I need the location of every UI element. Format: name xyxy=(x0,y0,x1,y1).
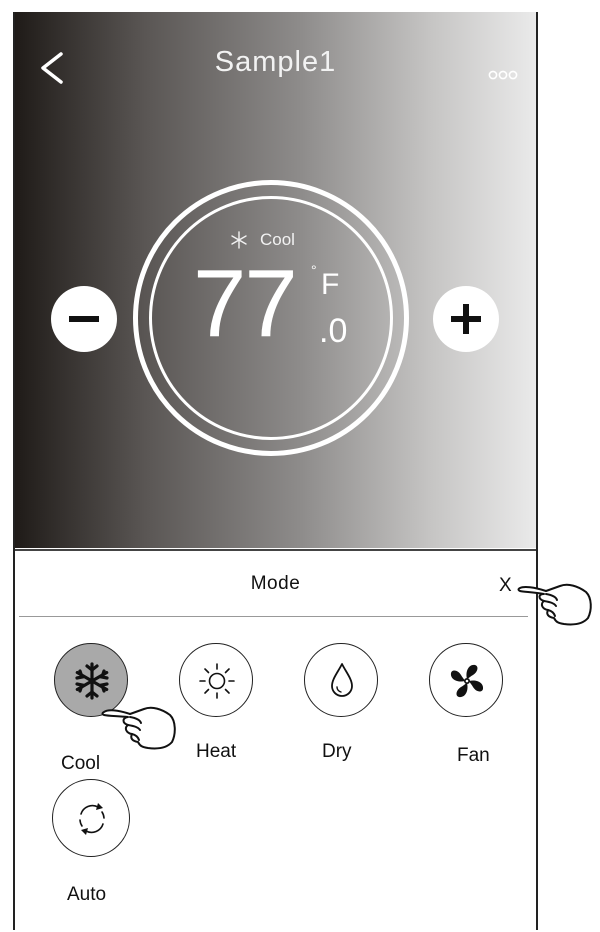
temperature-value: 77 xyxy=(193,250,298,357)
mode-fan-label: Fan xyxy=(457,745,490,766)
divider xyxy=(19,616,528,617)
mode-auto-circle[interactable] xyxy=(52,779,130,857)
temperature-unit: F xyxy=(321,268,340,301)
phone-screen: Sample1 Cool 77 ° F .0 Mode X Cool Heat … xyxy=(13,12,538,932)
sun-icon xyxy=(199,663,235,699)
temperature-decimal: .0 xyxy=(319,312,348,350)
more-options-icon[interactable] xyxy=(488,68,518,82)
pointing-hand-icon xyxy=(517,583,592,626)
fan-icon xyxy=(450,664,484,698)
temperature-decimal-digit: 0 xyxy=(328,312,348,350)
mode-heat-label: Heat xyxy=(196,741,237,762)
mode-auto-label: Auto xyxy=(67,884,107,905)
decrease-temperature-button[interactable] xyxy=(51,286,117,352)
pointing-hand-icon xyxy=(101,706,176,750)
minus-icon xyxy=(69,316,99,322)
current-mode-label: Cool xyxy=(260,230,295,249)
mode-auto[interactable] xyxy=(46,779,136,857)
mode-fan-circle[interactable] xyxy=(429,643,503,717)
degree-symbol: ° xyxy=(311,262,317,278)
device-title: Sample1 xyxy=(214,46,337,78)
current-mode-indicator: Cool xyxy=(230,230,295,250)
mode-heat[interactable] xyxy=(171,643,261,717)
cycle-arrows-icon xyxy=(79,803,105,835)
thermostat-header-panel: Sample1 Cool 77 ° F .0 xyxy=(15,12,536,548)
mode-dry-label: Dry xyxy=(322,741,352,762)
increase-temperature-button[interactable] xyxy=(433,286,499,352)
mode-dry[interactable] xyxy=(296,643,386,717)
droplet-icon xyxy=(331,663,353,697)
mode-heat-circle[interactable] xyxy=(179,643,253,717)
mode-dry-circle[interactable] xyxy=(304,643,378,717)
snowflake-icon xyxy=(231,231,247,249)
mode-fan[interactable] xyxy=(421,643,511,717)
sheet-title: Mode xyxy=(250,573,301,594)
plus-icon xyxy=(451,304,481,334)
close-button[interactable]: X xyxy=(499,575,512,597)
mode-selection-sheet: Mode X Cool Heat Dry Fan Auto xyxy=(15,549,536,932)
mode-cool-label: Cool xyxy=(61,753,101,774)
